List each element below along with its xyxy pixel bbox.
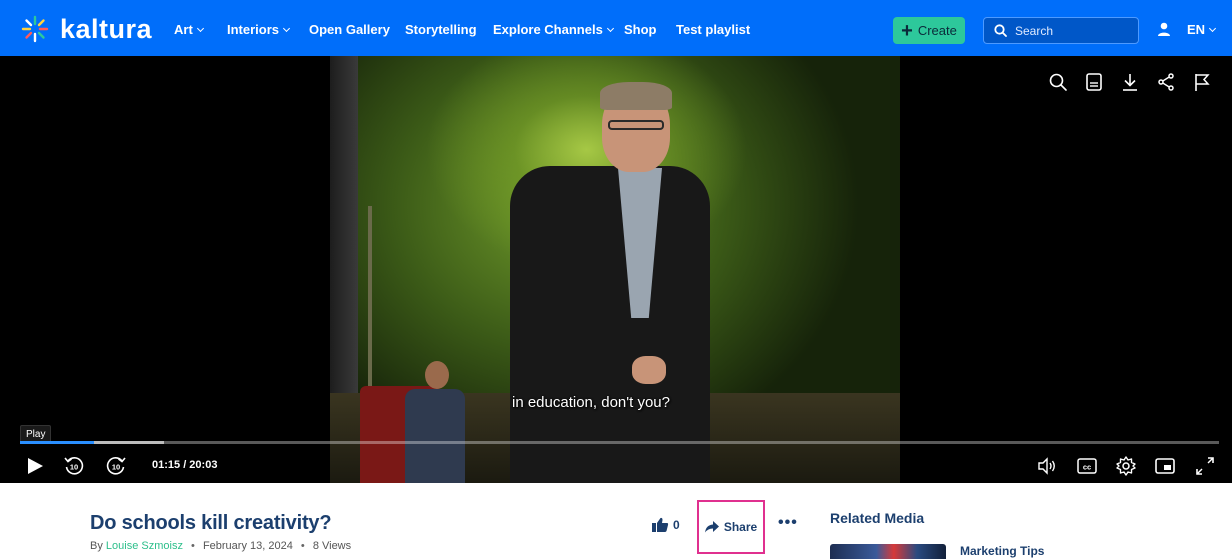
nav-item-test-playlist[interactable]: Test playlist <box>676 22 750 38</box>
nav-item-label: Open Gallery <box>309 22 390 37</box>
share-button-label: Share <box>723 520 758 534</box>
svg-text:cc: cc <box>1083 463 1091 472</box>
search-icon[interactable] <box>1048 72 1068 92</box>
kaltura-logo[interactable]: kaltura <box>20 14 152 44</box>
separator-dot: • <box>300 540 305 552</box>
nav-item-shop[interactable]: Shop <box>624 22 657 38</box>
chevron-down-icon <box>282 24 291 33</box>
media-views: 8 Views <box>312 540 352 552</box>
like-count: 0 <box>673 518 680 532</box>
play-icon[interactable] <box>24 455 46 477</box>
share-button[interactable]: Share <box>697 500 765 554</box>
by-prefix: By <box>90 540 103 552</box>
create-button-label: Create <box>917 23 957 38</box>
volume-icon[interactable] <box>1036 455 1058 477</box>
related-media-item-title[interactable]: Marketing Tips <box>960 544 1044 558</box>
progress-bar[interactable] <box>20 441 1219 444</box>
logo-wordmark: kaltura <box>60 14 153 44</box>
progress-played <box>20 441 95 444</box>
picture-in-picture-icon[interactable] <box>1154 455 1176 477</box>
user-icon[interactable] <box>1156 21 1172 37</box>
nav-item-label: Storytelling <box>405 22 477 37</box>
share-icon[interactable] <box>1156 72 1176 92</box>
video-frame <box>330 56 900 483</box>
cc-icon[interactable]: cc <box>1076 455 1098 477</box>
create-button[interactable]: + Create <box>893 17 965 44</box>
separator-dot: • <box>191 540 195 552</box>
transcript-icon[interactable] <box>1084 72 1104 92</box>
nav-item-label: Interiors <box>227 22 280 37</box>
author-link[interactable]: Louise Szmoisz <box>106 540 183 552</box>
fullscreen-icon[interactable] <box>1194 455 1216 477</box>
nav-item-art[interactable]: Art <box>174 22 204 38</box>
thumbs-up-icon <box>652 517 669 532</box>
media-date: February 13, 2024 <box>202 540 293 552</box>
settings-icon[interactable] <box>1115 455 1137 477</box>
related-media-thumbnail[interactable] <box>830 544 946 559</box>
nav-item-open-gallery[interactable]: Open Gallery <box>309 22 390 38</box>
search-box[interactable] <box>983 17 1139 44</box>
forward-10-icon[interactable]: 10 <box>105 455 127 477</box>
chevron-down-icon <box>1209 24 1217 33</box>
related-media-heading: Related Media <box>830 510 925 526</box>
download-icon[interactable] <box>1120 72 1140 92</box>
nav-item-interiors[interactable]: Interiors <box>227 22 291 38</box>
language-label: EN <box>1187 22 1206 37</box>
svg-text:10: 10 <box>112 463 120 472</box>
rewind-10-icon[interactable]: 10 <box>63 455 85 477</box>
speaker <box>500 82 730 483</box>
player-top-toolbar <box>1032 72 1212 92</box>
search-input[interactable] <box>1015 23 1125 38</box>
kaltura-logo-icon <box>21 15 49 43</box>
media-title: Do schools kill creativity? <box>90 512 332 534</box>
svg-text:10: 10 <box>70 463 78 472</box>
seated-person <box>405 361 465 483</box>
nav-item-label: Explore Channels <box>493 22 603 37</box>
share-arrow-icon <box>704 521 719 533</box>
search-icon <box>994 24 1007 37</box>
nav-item-label: Shop <box>624 22 657 37</box>
chevron-down-icon <box>606 24 614 33</box>
top-navbar: kaltura Art Interiors Open Gallery Story… <box>0 0 1232 56</box>
media-meta: By Louise Szmoisz • February 13, 2024 • … <box>90 540 351 552</box>
chevron-down-icon <box>196 24 204 33</box>
nav-item-label: Test playlist <box>676 22 751 37</box>
language-selector[interactable]: EN <box>1187 22 1217 37</box>
time-display: 01:15 / 20:03 <box>152 459 218 471</box>
video-player[interactable]: in education, don't you? Play 10 10 01:1… <box>0 56 1232 483</box>
nav-item-storytelling[interactable]: Storytelling <box>405 22 477 38</box>
like-button[interactable]: 0 <box>651 517 680 533</box>
nav-item-label: Art <box>174 22 193 37</box>
flag-icon[interactable] <box>1192 72 1212 92</box>
more-options-button[interactable]: ••• <box>778 514 798 532</box>
plus-icon: + <box>901 19 913 42</box>
video-caption: in education, don't you? <box>512 394 670 411</box>
nav-item-explore-channels[interactable]: Explore Channels <box>493 22 614 38</box>
